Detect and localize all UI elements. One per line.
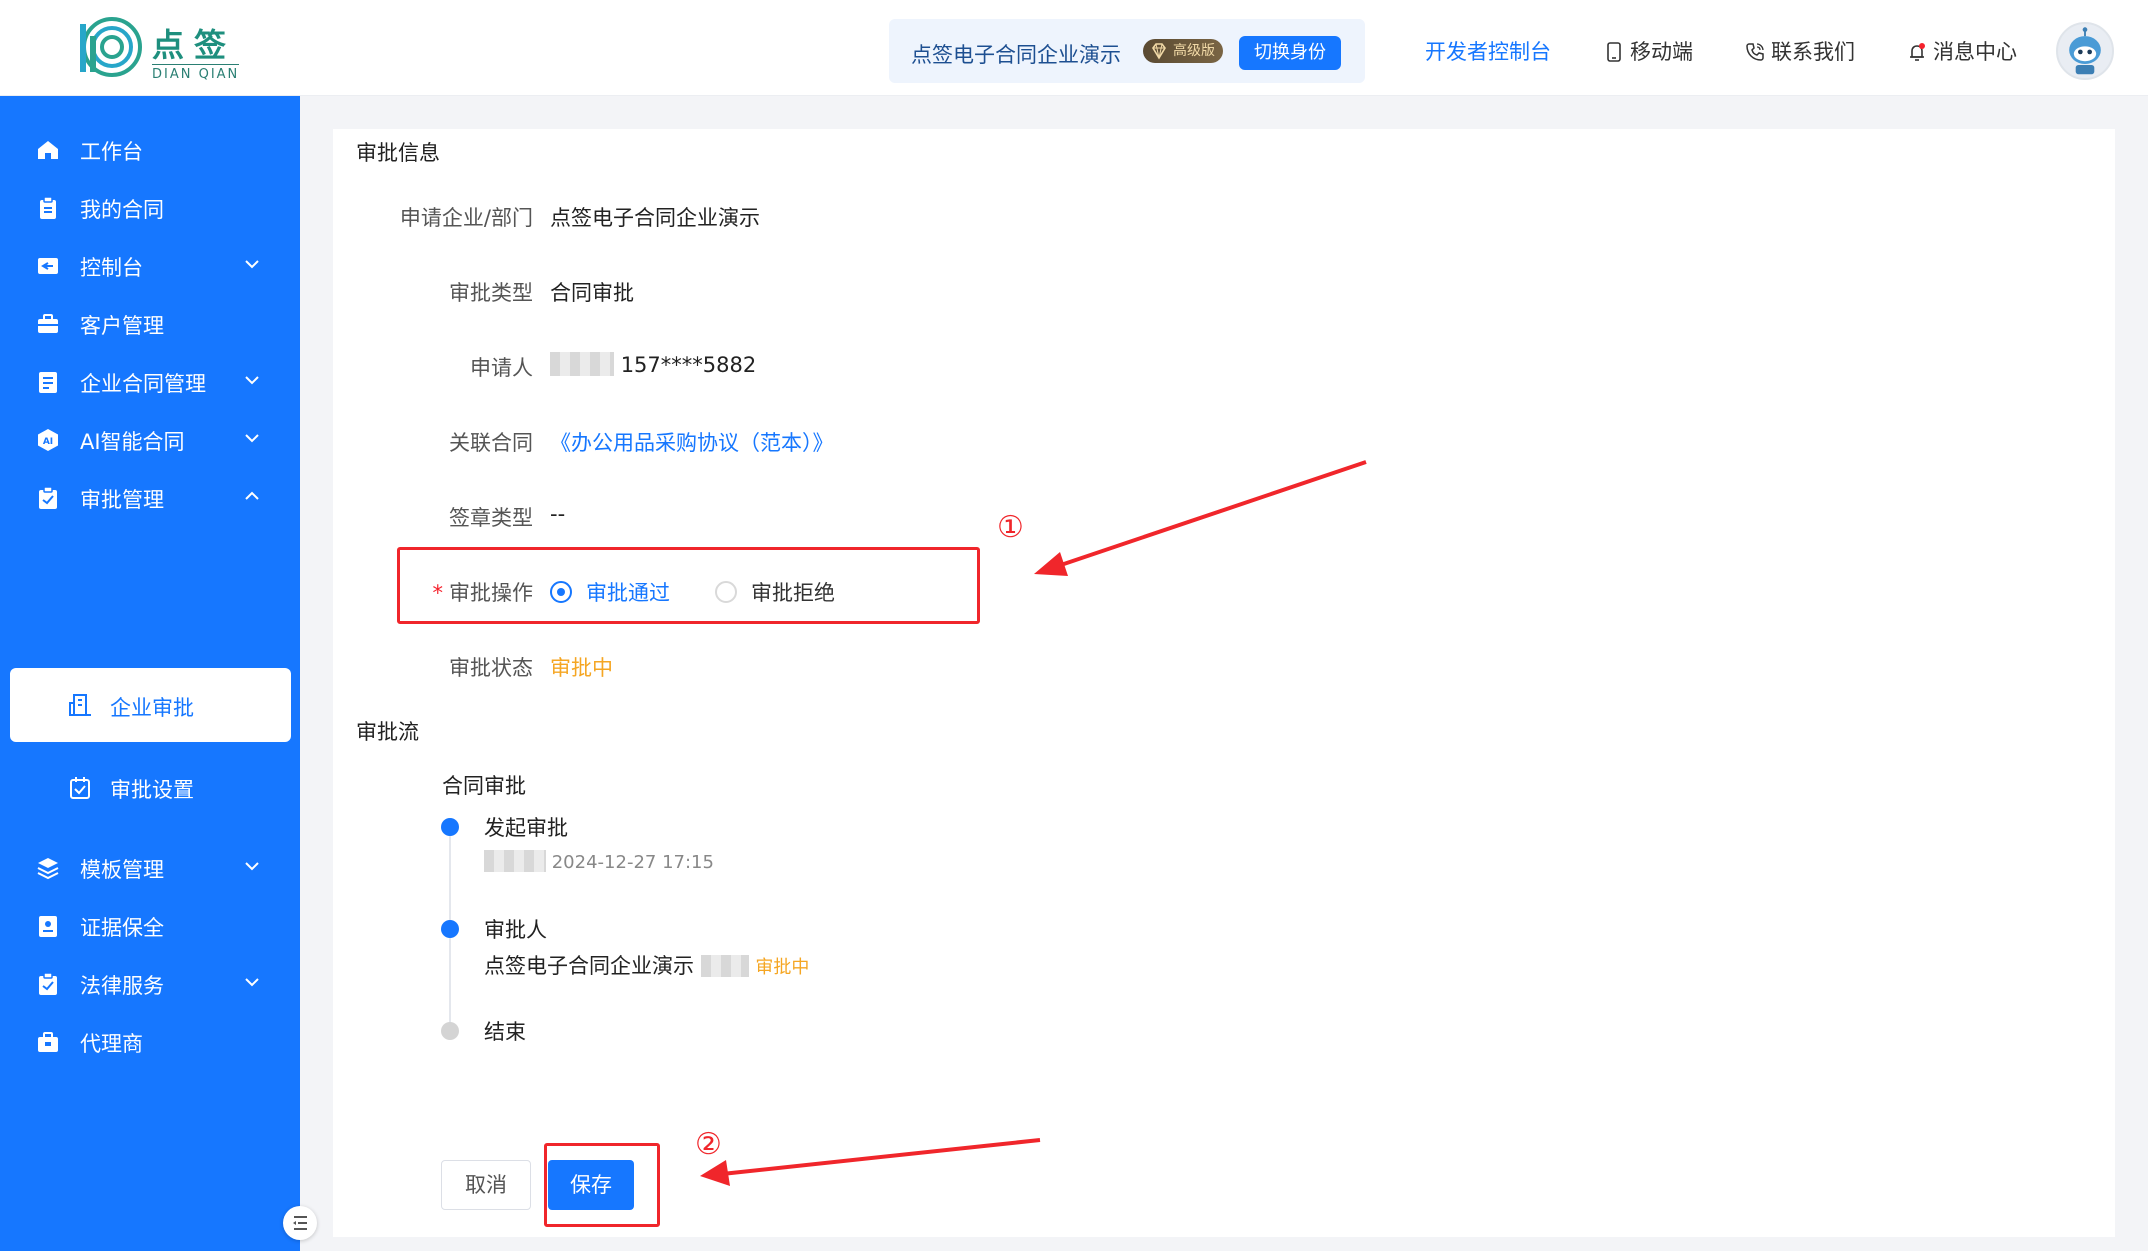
approval-flow-title: 审批流	[356, 720, 419, 744]
chevron-down-icon	[245, 862, 259, 871]
vip-badge: 高级版	[1143, 39, 1223, 63]
sidebar-item-label: 客户管理	[80, 314, 164, 338]
identity-panel: 点签电子合同企业演示 高级版 切换身份	[889, 19, 1365, 83]
approval-status-label: 审批状态	[449, 656, 533, 680]
ai-hexagon-icon: AI	[38, 429, 58, 451]
sidebar-item-label: AI智能合同	[80, 430, 185, 454]
step-approver-title: 审批人	[484, 918, 547, 942]
annotation-box-save	[544, 1143, 660, 1227]
annotation-marker-2: ②	[695, 1127, 722, 1162]
id-badge-icon	[39, 916, 57, 937]
applicant-phone: 157****5882	[620, 353, 757, 377]
sidebar-item-agents[interactable]: 代理商	[0, 1006, 300, 1076]
dept-value: 点签电子合同企业演示	[550, 206, 760, 230]
sidebar-item-approval-settings[interactable]: 审批设置	[0, 752, 300, 822]
vip-label: 高级版	[1173, 43, 1215, 59]
step-start-title: 发起审批	[484, 816, 568, 840]
seal-type-label: 签章类型	[449, 506, 533, 530]
step-start-detail: 2024-12-27 17:15	[484, 850, 714, 873]
approval-info-title: 审批信息	[356, 141, 440, 165]
timeline-dot-approver	[441, 920, 459, 938]
svg-text:AI: AI	[43, 437, 53, 447]
sidebar-item-label: 模板管理	[80, 858, 164, 882]
toolbox-icon	[38, 1032, 58, 1052]
sidebar-item-label: 证据保全	[80, 916, 164, 940]
layers-icon	[37, 858, 59, 880]
step-end-title: 结束	[484, 1020, 526, 1044]
chevron-down-icon	[245, 978, 259, 987]
console-icon	[38, 258, 58, 274]
diamond-icon	[1152, 43, 1166, 60]
approval-clipboard-icon	[39, 486, 57, 509]
contact-link[interactable]: 联系我们	[1745, 36, 1855, 66]
related-contract-link[interactable]: 《办公用品采购协议（范本）》	[550, 427, 834, 457]
step-approver-status: 审批中	[755, 957, 810, 978]
bell-icon	[1910, 43, 1925, 61]
identity-name: 点签电子合同企业演示	[911, 43, 1121, 67]
checklist-icon	[70, 777, 90, 799]
masked-initiator	[484, 850, 546, 872]
document-icon	[39, 372, 57, 393]
sidebar-item-label: 企业审批	[110, 696, 194, 720]
chevron-down-icon	[245, 260, 259, 269]
legal-clipboard-icon	[39, 972, 57, 995]
home-icon	[38, 141, 58, 159]
phone-call-icon	[1746, 43, 1764, 61]
sidebar-item-label: 法律服务	[80, 974, 164, 998]
contact-label: 联系我们	[1771, 40, 1855, 64]
masked-name	[550, 352, 614, 376]
applicant-label: 申请人	[470, 356, 533, 380]
collapse-menu-icon	[293, 1216, 307, 1230]
related-contract-label: 关联合同	[449, 431, 533, 455]
approval-status-value: 审批中	[550, 656, 613, 680]
logo-text-cn: 点签	[152, 26, 237, 64]
developer-console-label: 开发者控制台	[1425, 40, 1551, 64]
sidebar-item-label: 审批设置	[110, 778, 194, 802]
step-start-time: 2024-12-27 17:15	[551, 852, 714, 873]
clipboard-icon	[40, 196, 56, 219]
dept-label: 申请企业/部门	[399, 206, 533, 230]
mobile-label: 移动端	[1630, 40, 1693, 64]
sidebar-collapse-button[interactable]	[283, 1206, 317, 1240]
message-center-label: 消息中心	[1933, 40, 2017, 64]
logo-text-en: DIAN QIAN	[152, 64, 240, 82]
logo-mark-icon	[80, 17, 142, 77]
applicant-value: 157****5882	[550, 352, 756, 377]
timeline-dot-start	[441, 818, 459, 836]
robot-avatar-icon	[2069, 27, 2101, 75]
briefcase-icon	[38, 314, 58, 333]
sidebar-item-label: 工作台	[80, 140, 143, 164]
top-header: 点签 DIAN QIAN 点签电子合同企业演示 高级版 切换身份 开发者控制台 …	[0, 0, 2148, 96]
seal-type-value: --	[550, 502, 566, 526]
step-approver-detail: 点签电子合同企业演示 审批中	[484, 950, 809, 980]
sidebar-item-label: 企业合同管理	[80, 372, 206, 396]
masked-approver	[700, 955, 749, 977]
sidebar-item-label: 代理商	[80, 1032, 143, 1056]
logo[interactable]: 点签 DIAN QIAN	[76, 14, 240, 82]
message-center-link[interactable]: 消息中心	[1907, 36, 2017, 66]
building-icon	[69, 694, 91, 716]
sidebar-item-label: 控制台	[80, 256, 143, 280]
step-approver-org: 点签电子合同企业演示	[484, 954, 694, 978]
cancel-button[interactable]: 取消	[441, 1160, 531, 1210]
flow-name: 合同审批	[442, 774, 526, 798]
user-avatar[interactable]	[2056, 22, 2114, 80]
switch-identity-button[interactable]: 切换身份	[1239, 36, 1341, 70]
developer-console-link[interactable]: 开发者控制台	[1425, 36, 1551, 66]
approval-type-value: 合同审批	[550, 281, 634, 305]
sidebar-item-label: 审批管理	[80, 488, 164, 512]
annotation-box-approval-action	[397, 547, 980, 624]
timeline-dot-end	[441, 1022, 459, 1040]
approval-type-label: 审批类型	[449, 281, 533, 305]
mobile-link[interactable]: 移动端	[1604, 36, 1693, 66]
sidebar-item-label: 我的合同	[80, 198, 164, 222]
annotation-marker-1: ①	[997, 510, 1024, 545]
mobile-phone-icon	[1607, 42, 1621, 62]
